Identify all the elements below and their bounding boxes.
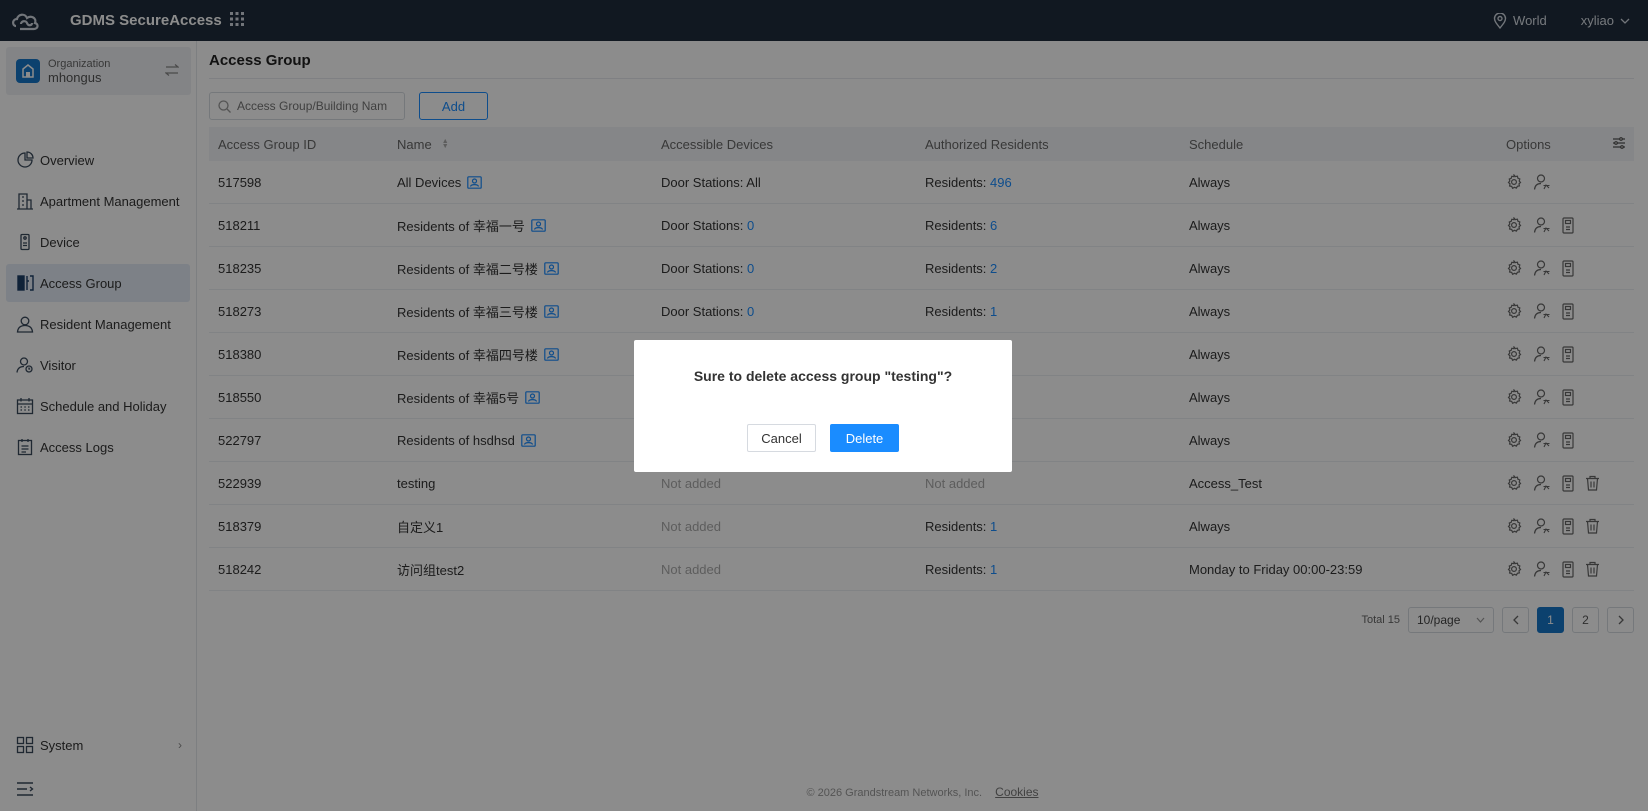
delete-confirm-dialog: Sure to delete access group "testing"? C… bbox=[634, 340, 1012, 472]
cancel-button[interactable]: Cancel bbox=[747, 424, 816, 452]
dialog-message: Sure to delete access group "testing"? bbox=[693, 368, 953, 384]
delete-button[interactable]: Delete bbox=[830, 424, 899, 452]
